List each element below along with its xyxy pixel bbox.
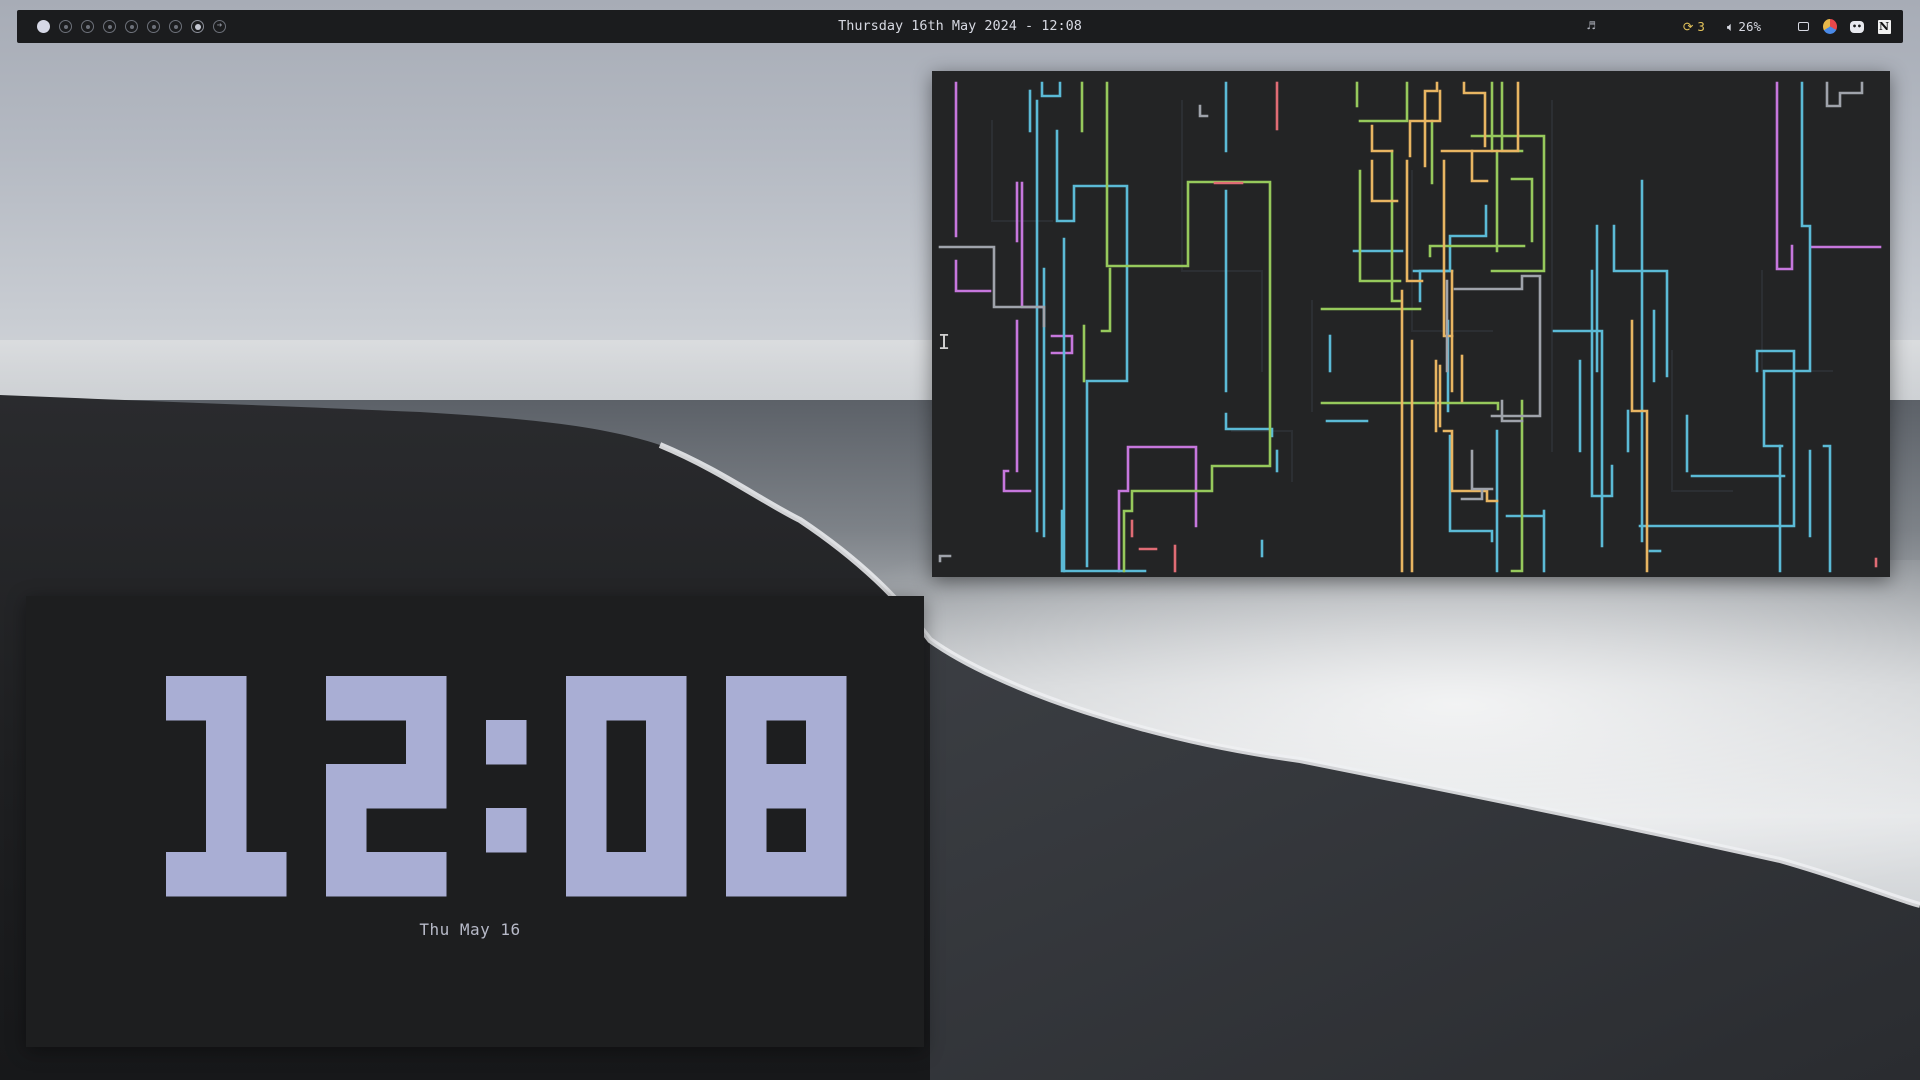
clock-digit-4-block xyxy=(806,676,847,721)
clock-digit-1-block xyxy=(406,720,447,765)
workspace-4[interactable] xyxy=(103,20,116,33)
clock-digit-0-block xyxy=(206,852,247,897)
workspace-2[interactable] xyxy=(59,20,72,33)
volume-indicator[interactable]: 🔈︎ 26% xyxy=(1727,19,1761,35)
clock-digit-1-block xyxy=(326,852,367,897)
clock-digit-0-block xyxy=(166,676,207,721)
clock-digit-0-block xyxy=(206,720,247,765)
clock-digit-0-block xyxy=(246,852,287,897)
clock-digit-3-block xyxy=(646,720,687,765)
clock-digit-4-block xyxy=(726,764,767,809)
bar-datetime[interactable]: Thursday 16th May 2024 - 12:08 xyxy=(838,18,1082,34)
workspace-next-arrow-icon[interactable]: ➜ xyxy=(213,20,226,33)
music-note-icon[interactable]: ♬ xyxy=(1587,19,1595,34)
clock-digit-4-block xyxy=(726,676,767,721)
clock-digit-4-block xyxy=(806,764,847,809)
clock-terminal-window[interactable]: Thu May 16 xyxy=(26,596,924,1047)
pipes-canvas xyxy=(938,81,1882,573)
text-cursor-icon: I xyxy=(938,330,951,354)
workspace-1[interactable] xyxy=(37,20,50,33)
clock-digit-4-block xyxy=(726,852,767,897)
clock-digit-0-block xyxy=(206,808,247,853)
clock-digit-1-block xyxy=(366,676,407,721)
browser-icon[interactable] xyxy=(1823,19,1837,34)
clock-digit-4-block xyxy=(766,852,807,897)
system-tray: ♬ ⟳ 3 🔈︎ 26% •• N xyxy=(1587,10,1891,43)
notion-icon[interactable]: N xyxy=(1877,19,1891,34)
refresh-icon: ⟳ xyxy=(1682,19,1694,34)
clock-digit-4-block xyxy=(726,720,767,765)
clock-digit-3-block xyxy=(566,720,607,765)
updates-count: 3 xyxy=(1697,19,1705,34)
clock-digit-4-block xyxy=(726,808,767,853)
big-clock-display xyxy=(166,676,847,897)
pipes-terminal-window[interactable]: I xyxy=(932,71,1890,577)
clock-digit-3-block xyxy=(646,852,687,897)
clock-digit-2-block xyxy=(486,808,527,853)
clock-digit-3-block xyxy=(566,852,607,897)
clock-digit-1-block xyxy=(326,808,367,853)
workspace-7[interactable] xyxy=(169,20,182,33)
clock-digit-4-block xyxy=(766,764,807,809)
clock-digit-1-block xyxy=(406,676,447,721)
top-bar: ➜ Thursday 16th May 2024 - 12:08 ♬ ⟳ 3 🔈… xyxy=(17,10,1903,43)
volume-value: 26% xyxy=(1738,19,1761,34)
workspace-5[interactable] xyxy=(125,20,138,33)
clock-digit-1-block xyxy=(326,676,367,721)
clock-digit-1-block xyxy=(406,852,447,897)
clock-digit-1-block xyxy=(366,852,407,897)
clock-digit-4-block xyxy=(806,808,847,853)
clock-digit-3-block xyxy=(606,676,647,721)
workspace-3[interactable] xyxy=(81,20,94,33)
clock-digit-0-block xyxy=(166,852,207,897)
clock-digit-3-block xyxy=(606,852,647,897)
clock-digit-0-block xyxy=(206,676,247,721)
clock-digits xyxy=(166,676,847,897)
clock-digit-3-block xyxy=(646,676,687,721)
clock-digit-3-block xyxy=(646,764,687,809)
clock-digit-3-block xyxy=(646,808,687,853)
clock-digit-4-block xyxy=(766,676,807,721)
workspace-8[interactable] xyxy=(191,20,204,33)
speaker-icon: 🔈︎ xyxy=(1726,18,1735,34)
clock-date: Thu May 16 xyxy=(419,920,521,939)
clock-digit-3-block xyxy=(566,808,607,853)
clock-digit-4-block xyxy=(806,852,847,897)
clock-digit-2-block xyxy=(486,720,527,765)
clock-digit-3-block xyxy=(566,764,607,809)
clock-digit-4-block xyxy=(806,720,847,765)
updates-indicator[interactable]: ⟳ 3 xyxy=(1683,19,1705,34)
workspace-indicators: ➜ xyxy=(37,20,226,33)
clock-digit-1-block xyxy=(326,764,367,809)
clock-digit-0-block xyxy=(206,764,247,809)
clock-digit-3-block xyxy=(566,676,607,721)
clock-digit-1-block xyxy=(406,764,447,809)
workspace-6[interactable] xyxy=(147,20,160,33)
clock-digit-1-block xyxy=(366,764,407,809)
discord-icon[interactable]: •• xyxy=(1850,20,1864,34)
screen-icon[interactable] xyxy=(1796,20,1810,34)
